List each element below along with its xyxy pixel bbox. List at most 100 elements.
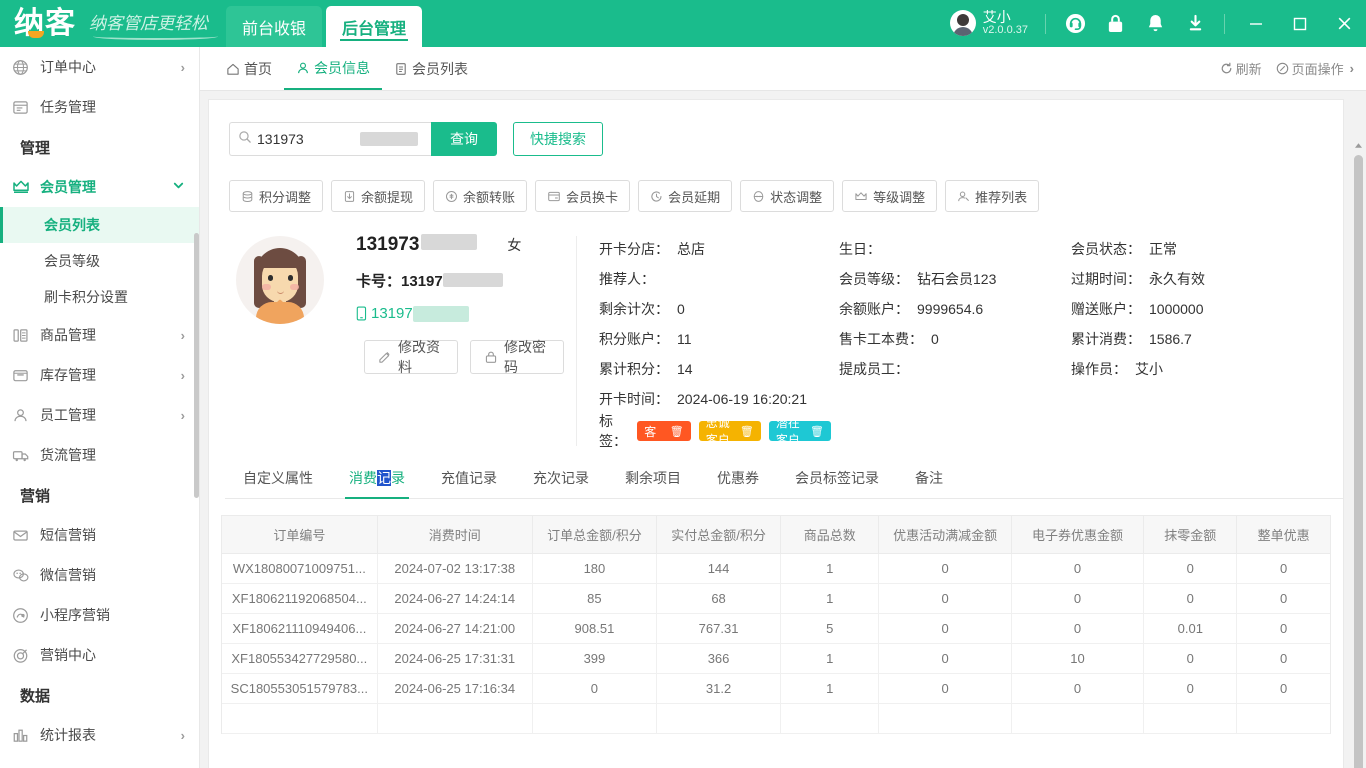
cell-paid: 68	[656, 583, 780, 613]
balance-withdraw-button[interactable]: 余额提现	[331, 180, 425, 212]
tab-remarks[interactable]: 备注	[897, 468, 961, 498]
member-info-grid: 开卡分店：总店 推荐人： 剩余计次：0 积分账户：11 累计积分：14 开卡时间…	[599, 234, 1343, 446]
edit-password-button[interactable]: 修改密码	[470, 340, 564, 374]
balance-transfer-button[interactable]: 余额转账	[433, 180, 527, 212]
column-header[interactable]: 优惠活动满减金额	[879, 516, 1011, 553]
column-header[interactable]: 订单总金额/积分	[532, 516, 656, 553]
tab-home[interactable]: 首页	[214, 47, 284, 90]
page-operations-button[interactable]: 页面操作 ›	[1276, 59, 1354, 78]
sidebar-group-data: 数据	[0, 675, 199, 715]
sidebar-item-card-points-setting[interactable]: 刷卡积分设置	[0, 279, 199, 315]
lock-icon[interactable]	[1095, 0, 1135, 47]
cell-coupon: 0	[1011, 673, 1143, 703]
sidebar-item-order-center[interactable]: 订单中心 ›	[0, 47, 199, 87]
download-icon[interactable]	[1175, 0, 1215, 47]
user-menu[interactable]: 艾小 v2.0.0.37	[942, 10, 1036, 36]
scroll-up-arrow-icon[interactable]	[1354, 139, 1363, 151]
status-icon	[752, 190, 765, 203]
status-adjust-button[interactable]: 状态调整	[740, 180, 834, 212]
tab-recharge-records[interactable]: 充值记录	[423, 468, 515, 498]
home-icon	[226, 62, 240, 76]
column-header[interactable]: 电子券优惠金额	[1011, 516, 1143, 553]
cell-total: 85	[532, 583, 656, 613]
close-button[interactable]	[1322, 0, 1366, 47]
column-header[interactable]: 商品总数	[781, 516, 879, 553]
sidebar-item-marketing-center[interactable]: 营销中心	[0, 635, 199, 675]
edit-profile-button[interactable]: 修改资料	[364, 340, 458, 374]
sidebar-item-label: 库存管理	[40, 365, 181, 385]
cell-promo: 0	[879, 613, 1011, 643]
scrollbar-thumb[interactable]	[1354, 155, 1363, 768]
level-adjust-button[interactable]: 等级调整	[842, 180, 937, 212]
delete-icon[interactable]: 🗑	[670, 425, 684, 438]
cell-time: 2024-07-02 13:17:38	[377, 553, 532, 583]
cell-empty	[377, 703, 532, 733]
sidebar-item-goods[interactable]: 商品管理 ›	[0, 315, 199, 355]
tag-potential-customer[interactable]: 潜在客户 🗑	[769, 421, 831, 441]
tab-member-tag-records[interactable]: 会员标签记录	[777, 468, 897, 498]
sidebar-item-wechat-marketing[interactable]: 微信营销	[0, 555, 199, 595]
content-area: 首页 会员信息 会员列表	[200, 47, 1366, 768]
cell-empty	[879, 703, 1011, 733]
tab-custom-attributes[interactable]: 自定义属性	[225, 468, 331, 498]
sidebar-item-staff[interactable]: 员工管理 ›	[0, 395, 199, 435]
sidebar-item-statistics[interactable]: 统计报表 ›	[0, 715, 199, 755]
mode-tab-frontdesk[interactable]: 前台收银	[226, 6, 322, 47]
sidebar-item-member-management[interactable]: 会员管理	[0, 167, 199, 207]
column-header[interactable]: 实付总金额/积分	[656, 516, 780, 553]
refresh-button[interactable]: 刷新	[1220, 59, 1262, 78]
search-box[interactable]	[229, 122, 431, 156]
tab-consumption-records[interactable]: 消费记录	[331, 468, 423, 498]
table-row[interactable]	[222, 703, 1330, 733]
column-header[interactable]: 整单优惠	[1237, 516, 1330, 553]
column-header[interactable]: 消费时间	[377, 516, 532, 553]
points-adjust-button[interactable]: 积分调整	[229, 180, 323, 212]
cell-time: 2024-06-25 17:16:34	[377, 673, 532, 703]
sidebar-item-label: 微信营销	[40, 565, 185, 585]
info-row: 操作员：艾小	[1071, 354, 1291, 384]
referral-list-button[interactable]: 推荐列表	[945, 180, 1039, 212]
member-sex: 女	[507, 235, 521, 255]
sidebar-item-logistics[interactable]: 货流管理	[0, 435, 199, 475]
tab-remaining-items[interactable]: 剩余项目	[607, 468, 699, 498]
table-row[interactable]: XF180621192068504... 2024-06-27 14:24:14…	[222, 583, 1330, 613]
tab-count-recharge-records[interactable]: 充次记录	[515, 468, 607, 498]
table-row[interactable]: WX18080071009751... 2024-07-02 13:17:38 …	[222, 553, 1330, 583]
sidebar-item-task[interactable]: 任务管理	[0, 87, 199, 127]
sidebar-item-miniapp-marketing[interactable]: 小程序营销	[0, 595, 199, 635]
table-row[interactable]: SC180553051579783... 2024-06-25 17:16:34…	[222, 673, 1330, 703]
maximize-button[interactable]	[1278, 0, 1322, 47]
column-header[interactable]: 抹零金额	[1144, 516, 1237, 553]
member-extend-button[interactable]: 会员延期	[638, 180, 732, 212]
member-card-swap-button[interactable]: 会员换卡	[535, 180, 630, 212]
tag-big-customer[interactable]: 大客户 🗑	[637, 421, 691, 441]
avatar	[950, 10, 976, 36]
table-row[interactable]: XF180621110949406... 2024-06-27 14:21:00…	[222, 613, 1330, 643]
delete-icon[interactable]: 🗑	[740, 425, 754, 438]
mode-tab-backend[interactable]: 后台管理	[326, 6, 422, 47]
app-logo: 纳客	[14, 9, 76, 39]
minimize-button[interactable]	[1234, 0, 1278, 47]
tab-coupons[interactable]: 优惠券	[699, 468, 777, 498]
tab-member-info[interactable]: 会员信息	[284, 47, 382, 90]
task-icon	[12, 98, 34, 116]
tab-member-list[interactable]: 会员列表	[382, 47, 480, 90]
bell-icon[interactable]	[1135, 0, 1175, 47]
cell-paid: 767.31	[656, 613, 780, 643]
chevron-right-icon: ›	[181, 368, 185, 383]
content-scrollbar[interactable]	[1352, 137, 1365, 768]
sidebar-item-sms-marketing[interactable]: 短信营销	[0, 515, 199, 555]
delete-icon[interactable]: 🗑	[810, 425, 824, 438]
quick-search-button[interactable]: 快捷搜索	[513, 122, 603, 156]
sidebar-scrollbar[interactable]	[194, 233, 199, 498]
sidebar-item-member-list[interactable]: 会员列表	[0, 207, 199, 243]
table-row[interactable]: XF180553427729580... 2024-06-25 17:31:31…	[222, 643, 1330, 673]
column-header[interactable]: 订单编号	[222, 516, 377, 553]
member-phone: 13197	[356, 305, 576, 322]
sidebar-item-inventory[interactable]: 库存管理 ›	[0, 355, 199, 395]
query-button[interactable]: 查询	[431, 122, 497, 156]
headset-icon[interactable]	[1055, 0, 1095, 47]
cell-paid: 31.2	[656, 673, 780, 703]
tag-loyal-customer[interactable]: 忠诚客户 🗑	[699, 421, 761, 441]
sidebar-item-member-level[interactable]: 会员等级	[0, 243, 199, 279]
